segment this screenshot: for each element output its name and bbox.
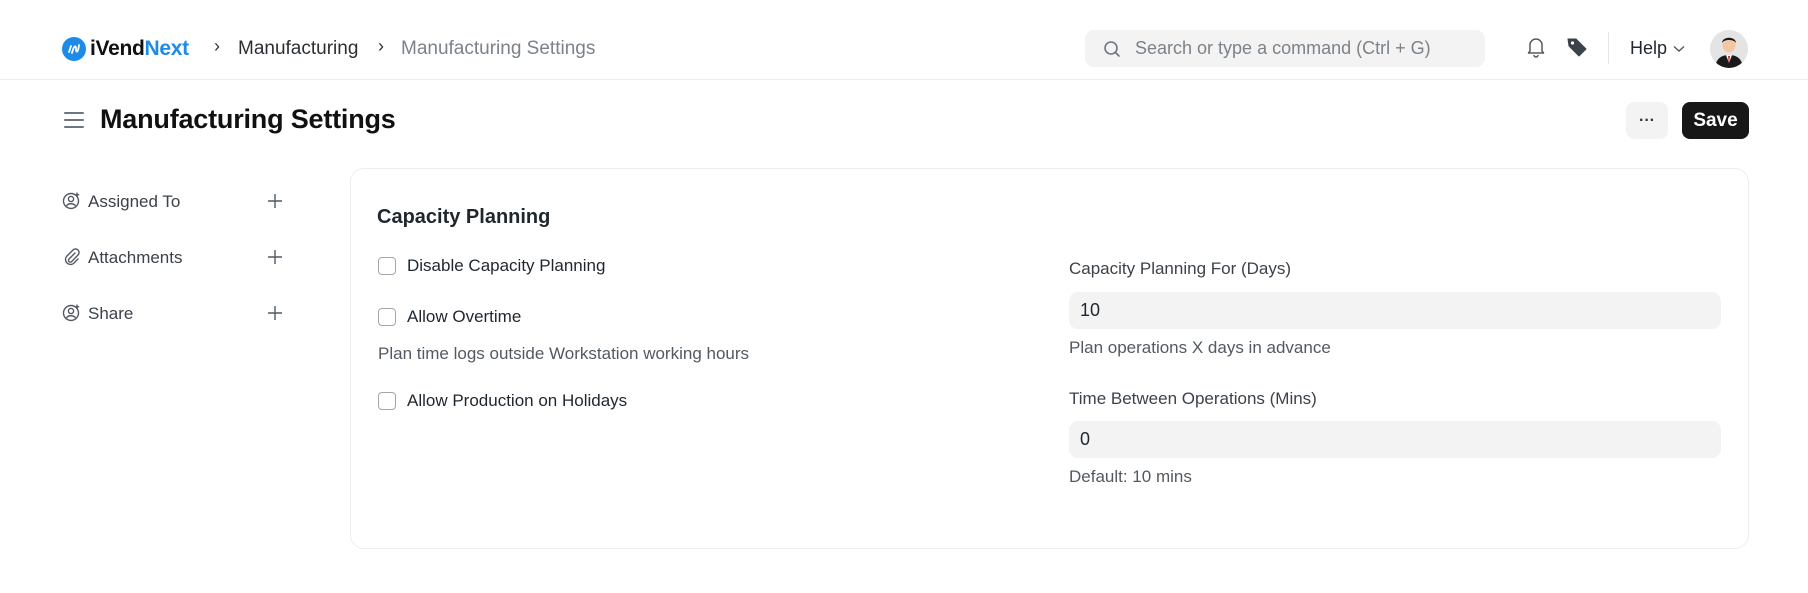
section-title: Capacity Planning bbox=[377, 206, 551, 228]
sidebar-label: Share bbox=[88, 304, 134, 323]
sidebar-label: Assigned To bbox=[88, 192, 181, 211]
checkbox-label: Allow Overtime bbox=[407, 307, 522, 326]
add-attachment-button[interactable] bbox=[262, 244, 288, 270]
sidebar-toggle-icon[interactable] bbox=[64, 112, 84, 128]
brand[interactable]: iVendNext bbox=[62, 37, 189, 61]
add-assignee-button[interactable] bbox=[262, 188, 288, 214]
help-label: Help bbox=[1630, 38, 1668, 58]
search-icon bbox=[1104, 40, 1120, 57]
breadcrumb-chevron-icon: › bbox=[214, 36, 220, 56]
capacity-planning-days-input[interactable] bbox=[1069, 292, 1721, 329]
allow-overtime-row[interactable]: Allow Overtime bbox=[378, 307, 521, 327]
capacity-planning-days-description: Plan operations X days in advance bbox=[1069, 338, 1331, 357]
allow-overtime-description: Plan time logs outside Workstation worki… bbox=[378, 344, 750, 363]
capacity-planning-days-label: Capacity Planning For (Days) bbox=[1069, 259, 1292, 278]
avatar[interactable] bbox=[1710, 30, 1748, 68]
brand-logo-icon bbox=[62, 37, 86, 61]
search-input[interactable] bbox=[1135, 38, 1465, 59]
search-bar[interactable] bbox=[1085, 30, 1485, 67]
page-head: Manufacturing Settings ··· Save bbox=[0, 95, 1808, 145]
allow-production-on-holidays-checkbox[interactable] bbox=[378, 392, 396, 410]
checkbox-label: Disable Capacity Planning bbox=[407, 256, 606, 275]
plus-icon bbox=[268, 194, 282, 208]
paperclip-icon bbox=[64, 248, 80, 266]
more-actions-button[interactable]: ··· bbox=[1626, 102, 1668, 139]
chevron-down-icon bbox=[1673, 45, 1685, 52]
sidebar-item-assigned-to: Assigned To bbox=[62, 186, 292, 242]
breadcrumb-manufacturing[interactable]: Manufacturing bbox=[238, 38, 358, 60]
breadcrumb-chevron-icon: › bbox=[378, 36, 384, 56]
time-between-operations-input[interactable] bbox=[1069, 421, 1721, 458]
page-title: Manufacturing Settings bbox=[100, 104, 396, 134]
disable-capacity-planning-checkbox[interactable] bbox=[378, 257, 396, 275]
help-dropdown[interactable]: Help bbox=[1630, 38, 1685, 59]
plus-icon bbox=[268, 306, 282, 320]
checkbox-label: Allow Production on Holidays bbox=[407, 391, 628, 410]
time-between-operations-description: Default: 10 mins bbox=[1069, 467, 1192, 486]
sidebar-label: Attachments bbox=[88, 248, 183, 267]
sidebar-item-attachments: Attachments bbox=[62, 242, 292, 298]
form-sidebar: Assigned To Attachments Share bbox=[62, 186, 292, 354]
allow-overtime-checkbox[interactable] bbox=[378, 308, 396, 326]
save-button[interactable]: Save bbox=[1682, 102, 1749, 139]
breadcrumb-manufacturing-settings[interactable]: Manufacturing Settings bbox=[401, 38, 595, 60]
navbar: iVendNext › Manufacturing › Manufacturin… bbox=[0, 0, 1808, 80]
allow-production-on-holidays-row[interactable]: Allow Production on Holidays bbox=[378, 391, 627, 411]
sidebar-item-share: Share bbox=[62, 298, 292, 354]
capacity-planning-section: Capacity Planning Disable Capacity Plann… bbox=[350, 168, 1749, 549]
brand-name: iVendNext bbox=[90, 37, 189, 60]
disable-capacity-planning-row[interactable]: Disable Capacity Planning bbox=[378, 256, 605, 276]
share-user-icon bbox=[62, 304, 80, 322]
time-between-operations-label: Time Between Operations (Mins) bbox=[1069, 389, 1317, 408]
assign-user-icon bbox=[62, 192, 80, 210]
add-share-button[interactable] bbox=[262, 300, 288, 326]
plus-icon bbox=[268, 250, 282, 264]
nav-divider bbox=[1608, 32, 1609, 64]
tag-icon[interactable] bbox=[1566, 36, 1588, 63]
bell-icon[interactable] bbox=[1526, 36, 1546, 63]
